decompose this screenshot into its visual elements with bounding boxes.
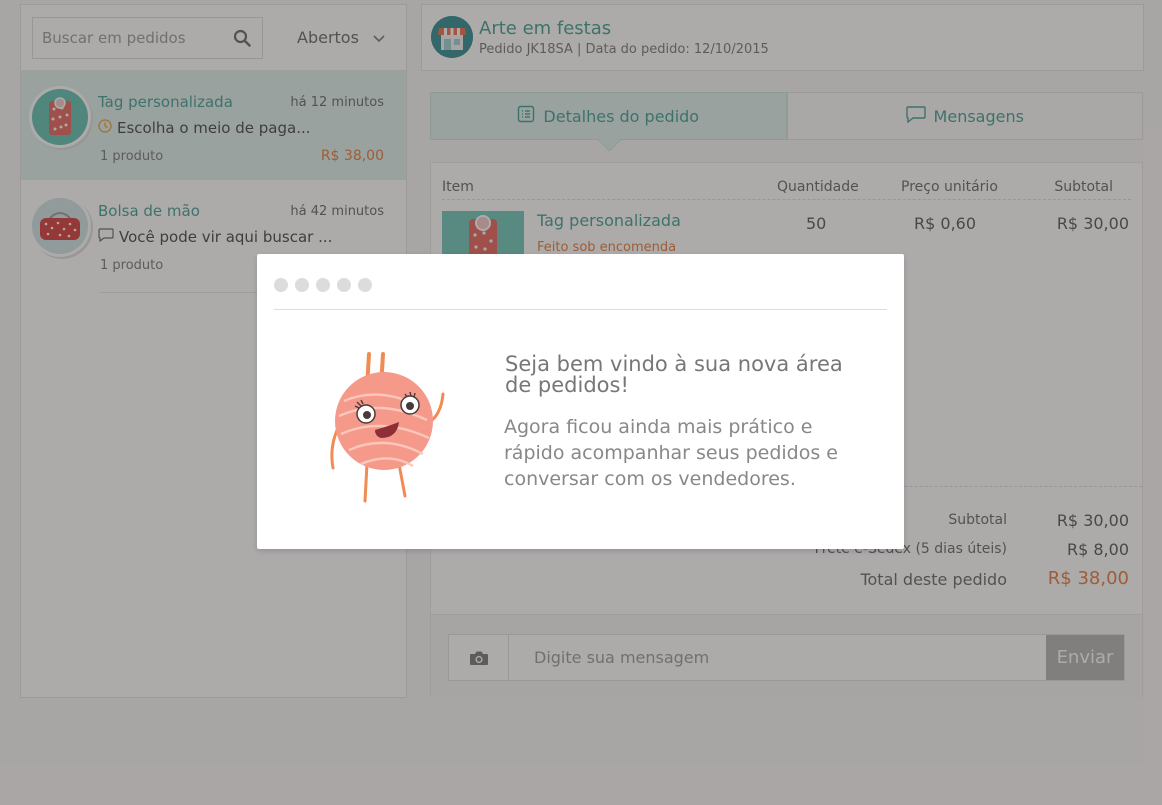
yarn-ball-mascot-illustration bbox=[309, 346, 459, 506]
pagination-dot[interactable] bbox=[358, 278, 372, 292]
pagination-dot[interactable] bbox=[316, 278, 330, 292]
welcome-body: Agora ficou ainda mais prático e rápido … bbox=[504, 416, 838, 490]
pagination-dot[interactable] bbox=[337, 278, 351, 292]
pagination-dots bbox=[274, 278, 372, 292]
pagination-dot[interactable] bbox=[295, 278, 309, 292]
modal-divider bbox=[274, 309, 887, 310]
welcome-title: Seja bem vindo à sua nova área de pedido… bbox=[505, 352, 843, 397]
welcome-modal: Seja bem vindo à sua nova área de pedido… bbox=[257, 254, 904, 549]
pagination-dot[interactable] bbox=[274, 278, 288, 292]
